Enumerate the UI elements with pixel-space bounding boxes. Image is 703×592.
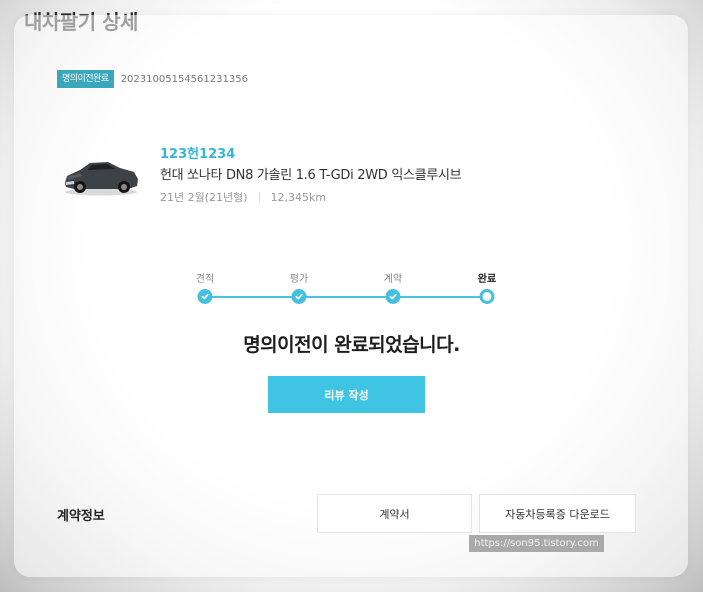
completion-message: 명의이전이 완료되었습니다. — [243, 334, 460, 356]
progress-step-dot-evaluation — [291, 289, 307, 304]
progress-line — [205, 296, 487, 298]
check-icon — [295, 293, 303, 300]
progress-step-dot-estimate — [197, 289, 213, 304]
write-review-button[interactable]: 리뷰 작성 — [268, 376, 425, 413]
contract-document-button[interactable]: 계약서 — [317, 494, 472, 533]
check-icon — [201, 293, 209, 300]
status-badge: 명의이전완료 — [57, 70, 114, 88]
progress-step-label-complete: 완료 — [477, 274, 497, 285]
progress-step-dot-complete — [479, 289, 495, 304]
registration-download-button[interactable]: 자동차등록증 다운로드 — [479, 494, 636, 533]
vehicle-plate: 123헌1234 — [160, 147, 236, 162]
contract-info-title: 계약정보 — [57, 509, 105, 524]
vehicle-name: 헌대 쏘나타 DN8 가솔린 1.6 T-GDi 2WD 익스클루시브 — [160, 168, 462, 183]
order-status-row: 명의이전완료 20231005154561231356 — [57, 70, 248, 88]
car-photo-icon — [65, 162, 138, 196]
order-number: 20231005154561231356 — [120, 73, 248, 85]
meta-divider — [258, 192, 260, 202]
vehicle-year: 21년 2월(21년형) — [160, 191, 248, 204]
vehicle-meta: 21년 2월(21년형) 12,345km — [160, 189, 326, 205]
vehicle-mileage: 12,345km — [270, 190, 327, 204]
progress-step-label-estimate: 견적 — [195, 274, 215, 285]
check-icon — [389, 293, 397, 300]
progress-step-label-evaluation: 평가 — [289, 274, 309, 285]
progress-step-label-contract: 계약 — [383, 274, 403, 285]
progress-step-dot-contract — [385, 289, 401, 304]
watermark-url: https://son95.tistory.com — [469, 535, 604, 552]
